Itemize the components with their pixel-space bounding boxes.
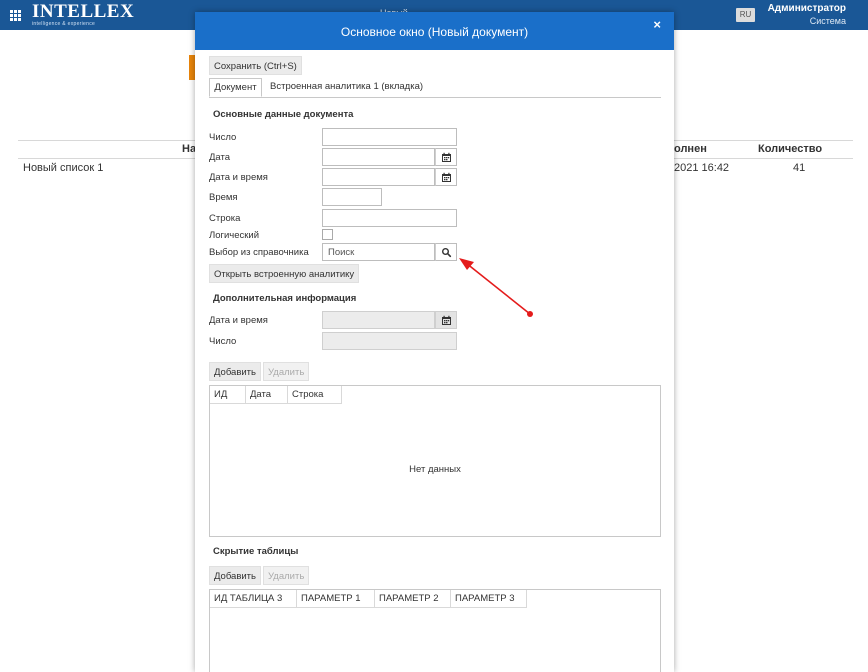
datetime-field[interactable] bbox=[322, 168, 435, 186]
logo-word: INTELLEX bbox=[32, 1, 135, 22]
label-extra-number: Число bbox=[209, 336, 237, 347]
tab-document[interactable]: Документ bbox=[209, 78, 262, 97]
language-switch[interactable]: RU bbox=[736, 8, 755, 22]
calendar-icon bbox=[442, 152, 451, 162]
label-string: Строка bbox=[209, 213, 241, 224]
number-field[interactable] bbox=[322, 128, 457, 146]
row-count: 41 bbox=[793, 162, 806, 174]
data-grid[interactable]: ИД Дата Строка Нет данных bbox=[209, 385, 661, 537]
lookup-search-button[interactable] bbox=[435, 243, 457, 261]
column-header-date[interactable]: Дата bbox=[246, 386, 288, 404]
logical-checkbox[interactable] bbox=[322, 229, 333, 240]
extra-number-field bbox=[322, 332, 457, 350]
add-row-button[interactable]: Добавить bbox=[209, 362, 261, 381]
section-title-extra: Дополнительная информация bbox=[213, 293, 357, 304]
user-role: Система bbox=[809, 16, 846, 26]
row-name: Новый список 1 bbox=[23, 162, 104, 174]
calendar-icon bbox=[442, 172, 451, 182]
label-time: Время bbox=[209, 192, 238, 203]
section-title-main: Основные данные документа bbox=[213, 109, 354, 120]
label-extra-datetime: Дата и время bbox=[209, 315, 268, 326]
tab-bar: Документ Встроенная аналитика 1 (вкладка… bbox=[209, 78, 661, 98]
empty-grid-message: Нет данных bbox=[409, 464, 461, 475]
header-name: На bbox=[182, 143, 197, 155]
row-date: 2021 16:42 bbox=[674, 162, 730, 174]
apps-grid-icon[interactable] bbox=[10, 10, 21, 21]
lookup-search-input[interactable] bbox=[322, 243, 435, 261]
column-header-param2[interactable]: ПАРАМЕТР 2 bbox=[375, 590, 451, 608]
column-header-string[interactable]: Строка bbox=[288, 386, 342, 404]
header-count: Количество bbox=[758, 143, 823, 155]
delete-row-button: Удалить bbox=[263, 362, 310, 381]
label-lookup: Выбор из справочника bbox=[209, 247, 309, 258]
column-header-id-table3[interactable]: ИД ТАБЛИЦА 3 bbox=[210, 590, 297, 608]
document-modal: Основное окно (Новый документ) × Сохрани… bbox=[195, 12, 674, 672]
column-header-param1[interactable]: ПАРАМЕТР 1 bbox=[297, 590, 375, 608]
extra-datetime-picker-button bbox=[435, 311, 457, 329]
section-title-hidden-table: Скрытие таблицы bbox=[213, 546, 299, 557]
label-logical: Логический bbox=[209, 230, 260, 241]
save-button[interactable]: Сохранить (Ctrl+S) bbox=[209, 56, 302, 75]
date-field[interactable] bbox=[322, 148, 435, 166]
user-menu[interactable]: Администратор Система bbox=[768, 3, 846, 27]
label-number: Число bbox=[209, 132, 237, 143]
datetime-picker-button[interactable] bbox=[435, 168, 457, 186]
close-icon[interactable]: × bbox=[653, 17, 661, 32]
time-field[interactable] bbox=[322, 188, 382, 206]
date-picker-button[interactable] bbox=[435, 148, 457, 166]
label-date: Дата bbox=[209, 152, 231, 163]
header-completed: олнен bbox=[674, 143, 707, 155]
column-header-param3[interactable]: ПАРАМЕТР 3 bbox=[451, 590, 527, 608]
data-grid-table3[interactable]: ИД ТАБЛИЦА 3 ПАРАМЕТР 1 ПАРАМЕТР 2 ПАРАМ… bbox=[209, 589, 661, 672]
string-field[interactable] bbox=[322, 209, 457, 227]
extra-datetime-field bbox=[322, 311, 435, 329]
search-icon bbox=[442, 248, 452, 258]
intellex-logo[interactable]: INTELLEX intelligence & experience bbox=[32, 1, 135, 27]
delete-row-button-table3: Удалить bbox=[263, 566, 310, 585]
open-analytics-button[interactable]: Открыть встроенную аналитику bbox=[209, 264, 360, 283]
modal-title: Основное окно (Новый документ) bbox=[340, 25, 529, 39]
label-datetime: Дата и время bbox=[209, 172, 268, 183]
user-name: Администратор bbox=[767, 3, 846, 14]
add-row-button-table3[interactable]: Добавить bbox=[209, 566, 261, 585]
calendar-icon bbox=[442, 315, 451, 325]
modal-header: Основное окно (Новый документ) × bbox=[195, 12, 674, 50]
tab-embedded-analytics[interactable]: Встроенная аналитика 1 (вкладка) bbox=[270, 78, 423, 97]
column-header-id[interactable]: ИД bbox=[210, 386, 246, 404]
